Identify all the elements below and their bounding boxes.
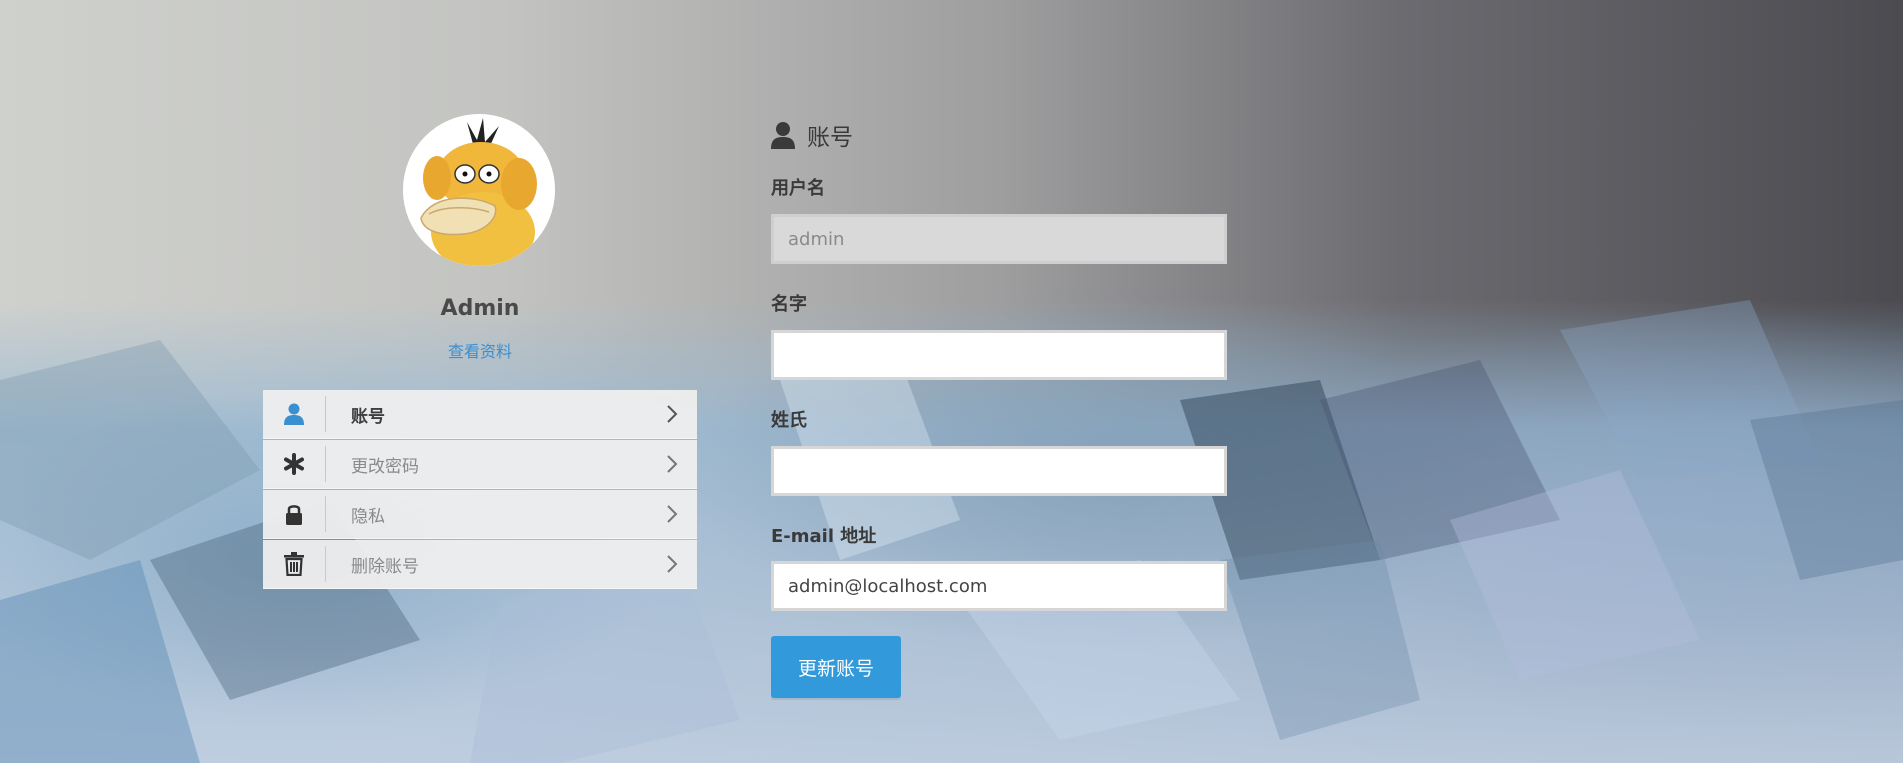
menu-item-privacy[interactable]: 隐私 — [263, 490, 697, 539]
update-account-button[interactable]: 更新账号 — [771, 636, 901, 698]
background-scenery — [0, 300, 1903, 763]
first-name-label: 名字 — [771, 294, 807, 315]
menu-divider — [325, 496, 326, 532]
chevron-right-icon — [667, 405, 678, 423]
section-title: 账号 — [771, 118, 853, 152]
menu-item-account[interactable]: 账号 — [263, 390, 697, 439]
psyduck-avatar-icon — [403, 114, 555, 266]
first-name-field[interactable] — [771, 330, 1227, 380]
asterisk-icon — [284, 453, 304, 475]
menu-item-delete-account[interactable]: 删除账号 — [263, 540, 697, 589]
menu-item-label: 更改密码 — [351, 456, 419, 477]
profile-name: Admin — [440, 296, 520, 321]
chevron-right-icon — [667, 555, 678, 573]
user-icon — [771, 122, 795, 149]
menu-item-label: 账号 — [351, 406, 385, 427]
menu-item-label: 删除账号 — [351, 556, 419, 577]
user-icon — [284, 403, 304, 425]
menu-divider — [325, 446, 326, 482]
account-menu: 账号 更改密码 隐私 删除账号 — [263, 390, 697, 590]
email-label: E-mail 地址 — [771, 526, 877, 547]
username-field[interactable] — [771, 214, 1227, 264]
menu-divider — [325, 396, 326, 432]
last-name-label: 姓氏 — [771, 410, 807, 431]
section-title-text: 账号 — [807, 125, 853, 151]
username-label: 用户名 — [771, 178, 825, 199]
avatar[interactable] — [403, 114, 555, 266]
last-name-field[interactable] — [771, 446, 1227, 496]
chevron-right-icon — [667, 455, 678, 473]
menu-item-label: 隐私 — [351, 506, 385, 527]
menu-item-change-password[interactable]: 更改密码 — [263, 440, 697, 489]
email-field[interactable] — [771, 561, 1227, 611]
trash-icon — [284, 552, 304, 576]
lock-icon — [286, 505, 302, 525]
menu-divider — [325, 546, 326, 582]
chevron-right-icon — [667, 505, 678, 523]
view-profile-link[interactable]: 查看资料 — [380, 338, 580, 362]
